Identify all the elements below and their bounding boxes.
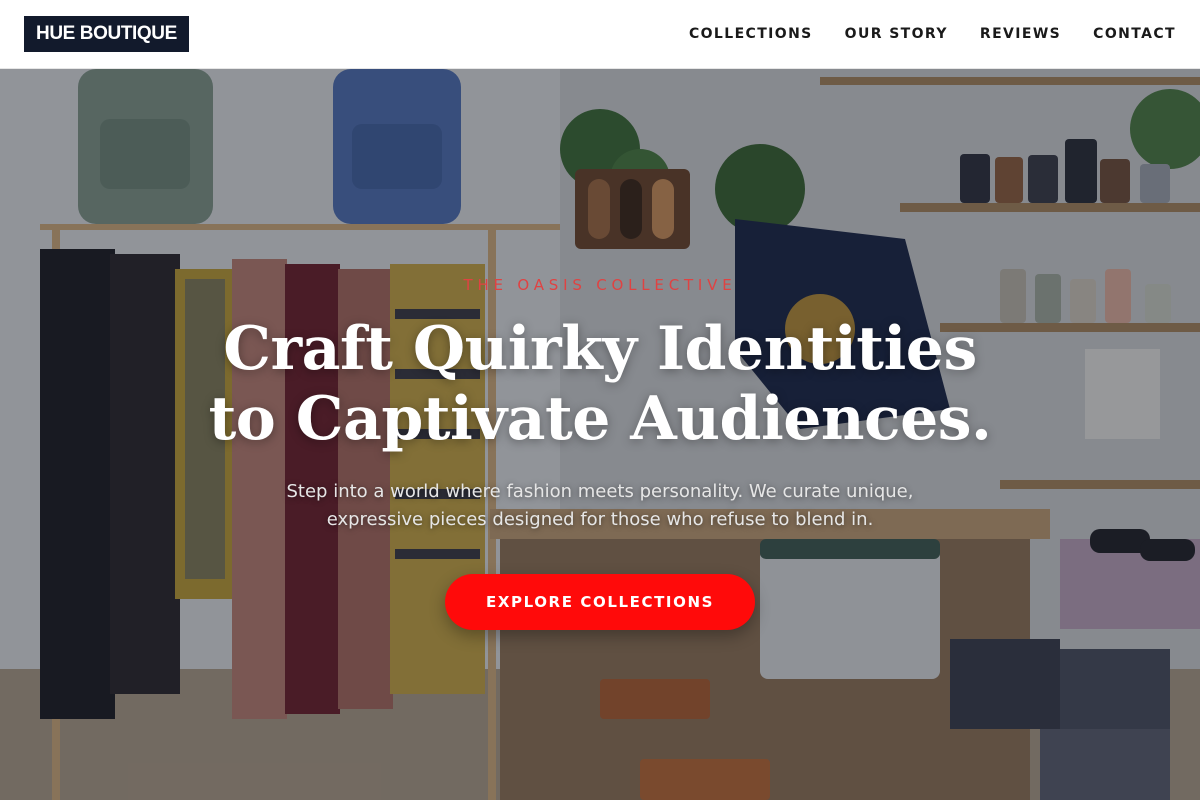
nav-link-reviews[interactable]: REVIEWS (980, 26, 1061, 42)
site-header: HUE BOUTIQUE COLLECTIONS OUR STORY REVIE… (0, 0, 1200, 69)
nav-link-our-story[interactable]: OUR STORY (845, 26, 948, 42)
hero-content: THE OASIS COLLECTIVE Craft Quirky Identi… (0, 69, 1200, 800)
main-nav: COLLECTIONS OUR STORY REVIEWS CONTACT (689, 0, 1176, 68)
explore-collections-button[interactable]: EXPLORE COLLECTIONS (445, 574, 755, 630)
brand-logo[interactable]: HUE BOUTIQUE (24, 16, 189, 52)
nav-link-contact[interactable]: CONTACT (1093, 26, 1176, 42)
hero-headline-line-2: to Captivate Audiences. (208, 384, 992, 454)
hero-headline-line-1: Craft Quirky Identities (223, 314, 977, 384)
nav-link-collections[interactable]: COLLECTIONS (689, 26, 813, 42)
hero-eyebrow: THE OASIS COLLECTIVE (463, 276, 737, 294)
hero-section: THE OASIS COLLECTIVE Craft Quirky Identi… (0, 69, 1200, 800)
hero-headline: Craft Quirky Identities to Captivate Aud… (209, 314, 992, 454)
hero-subtext: Step into a world where fashion meets pe… (286, 481, 914, 530)
